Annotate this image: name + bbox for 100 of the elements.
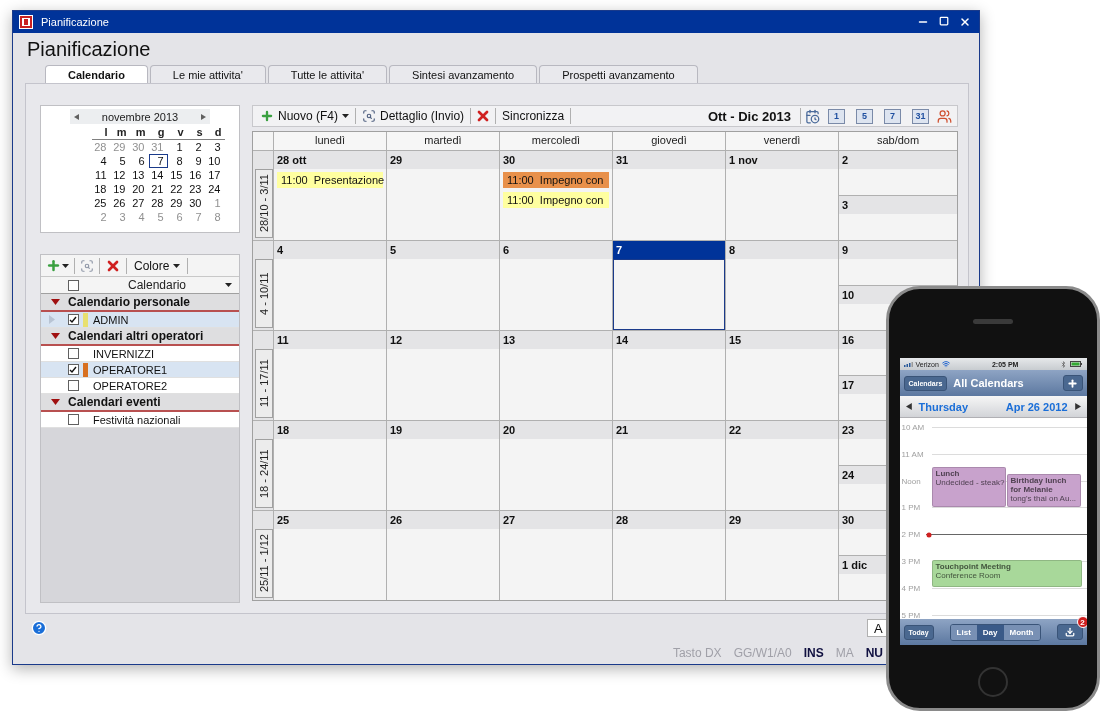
day-cell[interactable]: 6: [499, 240, 612, 330]
calendar-day[interactable]: 16: [186, 168, 206, 182]
calendar-day[interactable]: 14: [148, 168, 168, 182]
calendar-day[interactable]: 29: [167, 196, 187, 210]
calendar-row[interactable]: OPERATORE1: [41, 362, 239, 378]
day-cell[interactable]: 8: [725, 240, 838, 330]
calendar-day[interactable]: 17: [205, 168, 225, 182]
day-cell[interactable]: 25: [273, 510, 386, 600]
close-icon[interactable]: [959, 16, 971, 28]
view-mode-tab[interactable]: Day: [976, 624, 1004, 640]
tab[interactable]: Sintesi avanzamento: [389, 65, 538, 83]
calendar-day[interactable]: 24: [205, 182, 225, 196]
day-cell[interactable]: 29: [725, 510, 838, 600]
day-cell[interactable]: 28 ott 11:00 Presentazione: [273, 150, 386, 240]
calendar-day[interactable]: 20: [129, 182, 149, 196]
checkbox[interactable]: [67, 380, 79, 391]
calendar-day[interactable]: 25: [91, 196, 111, 210]
calendar-day[interactable]: 15: [167, 168, 187, 182]
day-cell[interactable]: 31: [612, 150, 725, 240]
calendar-day[interactable]: 2: [186, 140, 206, 154]
select-all-checkbox[interactable]: [67, 279, 79, 291]
calendar-row[interactable]: INVERNIZZI: [41, 346, 239, 362]
left-arrow-icon[interactable]: [74, 113, 80, 120]
day-cell[interactable]: 15: [725, 330, 838, 420]
help-icon[interactable]: [31, 620, 47, 636]
calendar-day[interactable]: 5: [110, 154, 130, 168]
tab[interactable]: Tutte le attivita': [267, 65, 388, 83]
day-cell[interactable]: 19: [386, 420, 499, 510]
calendar-clock-icon[interactable]: [805, 108, 820, 124]
day-cell[interactable]: 14: [612, 330, 725, 420]
day-cell[interactable]: 29: [386, 150, 499, 240]
calendar-day[interactable]: 7: [148, 154, 168, 168]
calendar-day[interactable]: 8: [167, 154, 187, 168]
users-icon[interactable]: [937, 108, 952, 124]
calendar-row[interactable]: Festività nazionali: [41, 412, 239, 428]
calendar-event[interactable]: 11:00 Presentazione: [277, 172, 383, 188]
calendar-row[interactable]: OPERATORE2: [41, 378, 239, 394]
day-cell[interactable]: 5: [386, 240, 499, 330]
calendar-day[interactable]: 27: [129, 196, 149, 210]
calendar-event[interactable]: 11:00 Impegno con: [503, 172, 609, 188]
new-button[interactable]: Nuovo (F4): [257, 108, 353, 124]
day-cell[interactable]: 12: [386, 330, 499, 420]
add-button[interactable]: [1062, 375, 1083, 391]
checkbox[interactable]: [67, 414, 79, 425]
color-button[interactable]: Colore: [131, 257, 184, 274]
expanded-triangle-icon[interactable]: [51, 333, 60, 339]
calendar-day[interactable]: 21: [148, 182, 168, 196]
group-row[interactable]: Calendari eventi: [41, 394, 239, 412]
maximize-icon[interactable]: [939, 16, 949, 26]
calendar-day[interactable]: 18: [91, 182, 111, 196]
day-cell[interactable]: 30 11:00 Impegno con 11:00 Impegno con: [499, 150, 612, 240]
day-cell[interactable]: 7: [612, 240, 725, 330]
tab[interactable]: Prospetti avanzamento: [539, 65, 698, 83]
right-arrow-icon[interactable]: [200, 113, 206, 120]
phone-event[interactable]: Lunch Undecided - steak?: [931, 467, 1006, 507]
calendar-day[interactable]: 28: [148, 196, 168, 210]
footer-button[interactable]: A: [867, 619, 889, 637]
calendar-day[interactable]: 26: [110, 196, 130, 210]
expanded-triangle-icon[interactable]: [51, 399, 60, 405]
day-cell[interactable]: 28: [612, 510, 725, 600]
calendar-day[interactable]: 22: [167, 182, 187, 196]
plus-icon[interactable]: [46, 258, 61, 273]
detail-button[interactable]: Dettaglio (Invio): [359, 108, 468, 124]
view-button[interactable]: 5: [856, 108, 873, 124]
calendar-day[interactable]: 3: [205, 140, 225, 154]
calendar-day[interactable]: 9: [186, 154, 206, 168]
right-arrow-icon[interactable]: [1073, 403, 1081, 410]
calendar-day[interactable]: 23: [186, 182, 206, 196]
day-cell[interactable]: 20: [499, 420, 612, 510]
day-cell[interactable]: 1 nov: [725, 150, 838, 240]
view-button[interactable]: 7: [884, 108, 901, 124]
phone-event[interactable]: Touchpoint Meeting Conference Room: [931, 560, 1082, 587]
day-cell[interactable]: 22: [725, 420, 838, 510]
calendar-day[interactable]: 13: [129, 168, 149, 182]
calendar-day[interactable]: 12: [110, 168, 130, 182]
calendar-day[interactable]: 1: [167, 140, 187, 154]
checkbox[interactable]: [67, 348, 79, 359]
group-row[interactable]: Calendari altri operatori: [41, 328, 239, 346]
calendar-row[interactable]: ADMIN: [41, 312, 239, 328]
group-row[interactable]: Calendario personale: [41, 294, 239, 312]
view-button[interactable]: 1: [828, 108, 845, 124]
day-cell[interactable]: 13: [499, 330, 612, 420]
expanded-triangle-icon[interactable]: [51, 299, 60, 305]
view-button[interactable]: 31: [912, 108, 929, 124]
day-cell[interactable]: 18: [273, 420, 386, 510]
sync-button[interactable]: Sincronizza: [499, 108, 568, 124]
day-cell[interactable]: 26: [386, 510, 499, 600]
calendar-day[interactable]: 19: [110, 182, 130, 196]
day-cell[interactable]: 11: [273, 330, 386, 420]
checkbox[interactable]: [67, 314, 79, 325]
calendar-event[interactable]: 11:00 Impegno con: [503, 192, 609, 208]
calendar-day[interactable]: 30: [186, 196, 206, 210]
left-arrow-icon[interactable]: [905, 403, 913, 410]
calendar-day[interactable]: 11: [91, 168, 111, 182]
day-cell[interactable]: 4: [273, 240, 386, 330]
download-button[interactable]: [1056, 624, 1083, 640]
day-cell[interactable]: 21: [612, 420, 725, 510]
calendar-day[interactable]: 10: [205, 154, 225, 168]
tab[interactable]: Le mie attivita': [149, 65, 266, 83]
phone-event[interactable]: Birthday lunch for Melanie tong's thai on Au...: [1006, 474, 1081, 507]
